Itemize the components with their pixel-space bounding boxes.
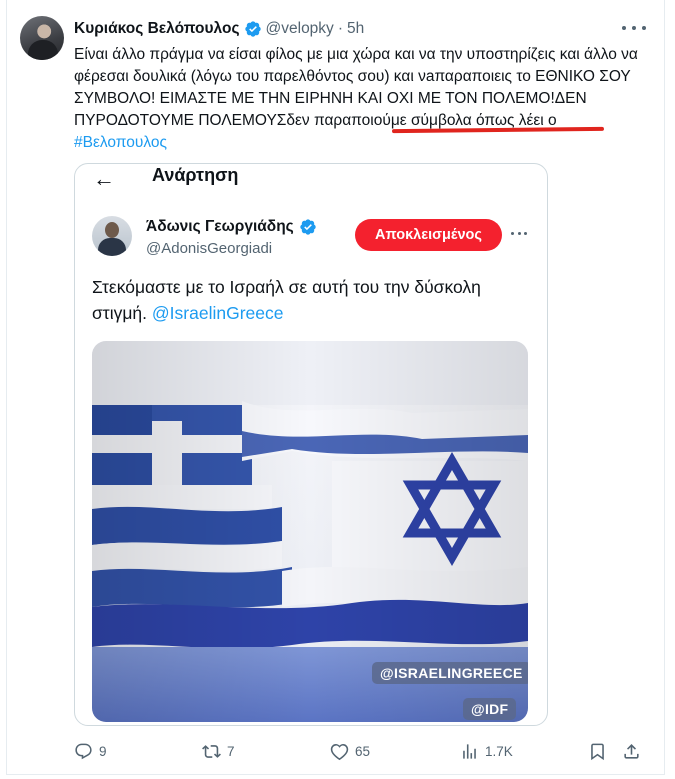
separator-dot: · <box>337 20 343 37</box>
tweet-text-body: Είναι άλλο πράγμα να είσαι φίλος με μια … <box>74 46 638 129</box>
blocked-button: Αποκλεισμένος <box>355 219 502 251</box>
like-count: 65 <box>355 743 371 759</box>
views-count: 1.7K <box>485 743 513 759</box>
more-icon <box>511 232 527 236</box>
tweet-timestamp[interactable]: 5h <box>347 20 364 38</box>
tweet-text: Είναι άλλο πράγμα να είσαι φίλος με μια … <box>74 44 649 154</box>
quoted-author-row: Άδωνις Γεωργιάδης <box>146 218 317 236</box>
mention-link: @IsraelinGreece <box>151 303 284 323</box>
flag-image: @ISRAELINGREECE @IDF <box>92 341 528 722</box>
image-tag-idf: @IDF <box>463 698 517 720</box>
embedded-topbar-title: Ανάρτηση <box>152 165 239 185</box>
more-icon[interactable] <box>622 18 646 38</box>
quoted-author-avatar <box>92 216 132 256</box>
image-tag-text: @IDF <box>471 701 509 717</box>
tweet-action-bar: 9 7 65 1.7K <box>74 738 649 764</box>
author-handle[interactable]: @velopky <box>266 20 334 38</box>
back-arrow-icon: ← <box>93 166 115 190</box>
views-button[interactable]: 1.7K <box>460 738 513 764</box>
like-icon <box>330 743 349 760</box>
repost-button[interactable]: 7 <box>202 738 235 764</box>
image-tag-text: @ISRAELINGREECE <box>380 665 523 681</box>
embedded-post-screenshot[interactable]: ← Ανάρτηση Άδωνις Γεωργιάδης @AdonisGeor… <box>74 163 548 726</box>
like-button[interactable]: 65 <box>330 738 370 764</box>
author-avatar[interactable] <box>20 16 64 60</box>
quoted-author-name: Άδωνις Γεωργιάδης <box>146 218 294 235</box>
quoted-post-text: Στεκόμαστε με το Ισραήλ σε αυτή του την … <box>92 274 532 326</box>
embedded-topbar: ← Ανάρτηση <box>75 164 547 190</box>
bookmark-button[interactable] <box>588 738 607 764</box>
share-icon <box>624 743 639 759</box>
hashtag-link[interactable]: #Βελοπουλος <box>74 134 167 151</box>
quoted-author-handle: @AdonisGeorgiadi <box>146 240 273 257</box>
quoted-post-body: Στεκόμαστε με το Ισραήλ σε αυτή του την … <box>92 277 481 323</box>
verified-badge-icon <box>300 219 316 235</box>
repost-icon <box>202 744 221 758</box>
reply-icon <box>75 743 92 759</box>
views-icon <box>463 743 476 759</box>
reply-button[interactable]: 9 <box>74 738 107 764</box>
author-name[interactable]: Κυριάκος Βελόπουλος <box>74 20 240 38</box>
bookmark-icon <box>591 743 604 760</box>
verified-badge-icon <box>244 21 261 37</box>
image-tag-israelingreece: @ISRAELINGREECE <box>372 662 528 684</box>
reply-count: 9 <box>99 743 107 759</box>
repost-count: 7 <box>227 743 235 759</box>
tweet-header: Κυριάκος Βελόπουλος @velopky · 5h <box>74 18 364 40</box>
share-button[interactable] <box>622 738 641 764</box>
